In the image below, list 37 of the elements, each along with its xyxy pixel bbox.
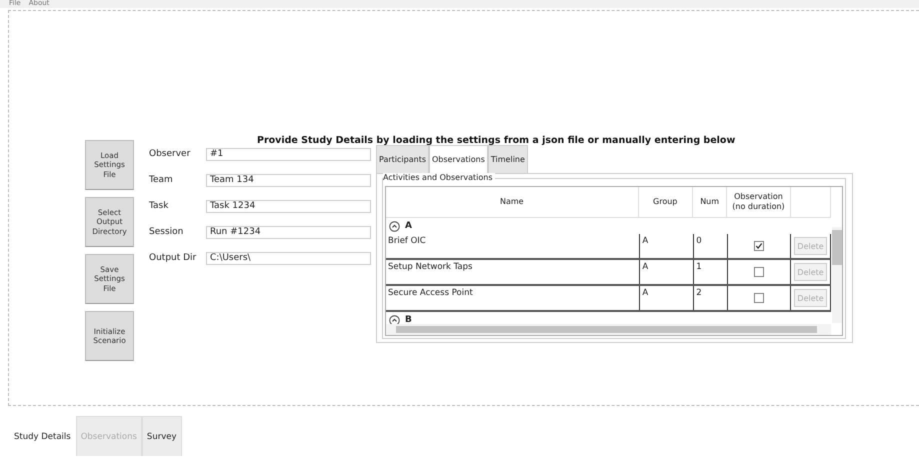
- table-cell: 0: [694, 234, 728, 258]
- collapse-icon[interactable]: [389, 220, 400, 232]
- table-cell: Brief OIC: [386, 234, 640, 258]
- table-cell: Setup Network Taps: [386, 260, 640, 284]
- field-label: Output Dir: [149, 253, 198, 263]
- table-cell: A: [640, 234, 694, 258]
- input-field[interactable]: C:\Users\: [206, 252, 371, 264]
- column-header[interactable]: Group: [638, 187, 693, 217]
- field-label: Observer: [149, 149, 192, 159]
- table-cell: Secure Access Point: [386, 286, 640, 310]
- field-label: Team: [149, 175, 174, 185]
- field-label: Session: [149, 227, 184, 237]
- table-cell: 1: [694, 260, 728, 284]
- checkbox[interactable]: [754, 241, 764, 251]
- checkbox[interactable]: [754, 293, 764, 303]
- table-cell: A: [640, 260, 694, 284]
- input-field[interactable]: Task 1234: [206, 200, 371, 212]
- tab[interactable]: Participants: [376, 145, 429, 173]
- input-field[interactable]: #1: [206, 148, 371, 160]
- group-name: A: [405, 221, 412, 231]
- table-cell: A: [640, 286, 694, 310]
- column-header[interactable]: Num: [692, 187, 728, 217]
- input-field[interactable]: Team 134: [206, 174, 371, 186]
- tab[interactable]: Observations: [429, 145, 488, 173]
- input-field[interactable]: Run #1234: [206, 226, 371, 238]
- horizontal-scrollbar[interactable]: [386, 324, 831, 335]
- checkbox[interactable]: [754, 267, 764, 277]
- vertical-scrollbar[interactable]: [832, 227, 842, 323]
- tab[interactable]: Timeline: [488, 145, 528, 173]
- column-header[interactable]: Name: [386, 187, 639, 217]
- heading: Provide Study Details by loading the settings from a json file or manually entering below: [257, 135, 736, 147]
- group-name: B: [405, 315, 412, 325]
- field-label: Task: [149, 201, 170, 211]
- tab[interactable]: Survey: [142, 416, 182, 456]
- column-header[interactable]: Observation (no duration): [727, 187, 791, 217]
- table-cell: 2: [694, 286, 728, 310]
- group-box-title: Activities and Observations: [383, 173, 495, 182]
